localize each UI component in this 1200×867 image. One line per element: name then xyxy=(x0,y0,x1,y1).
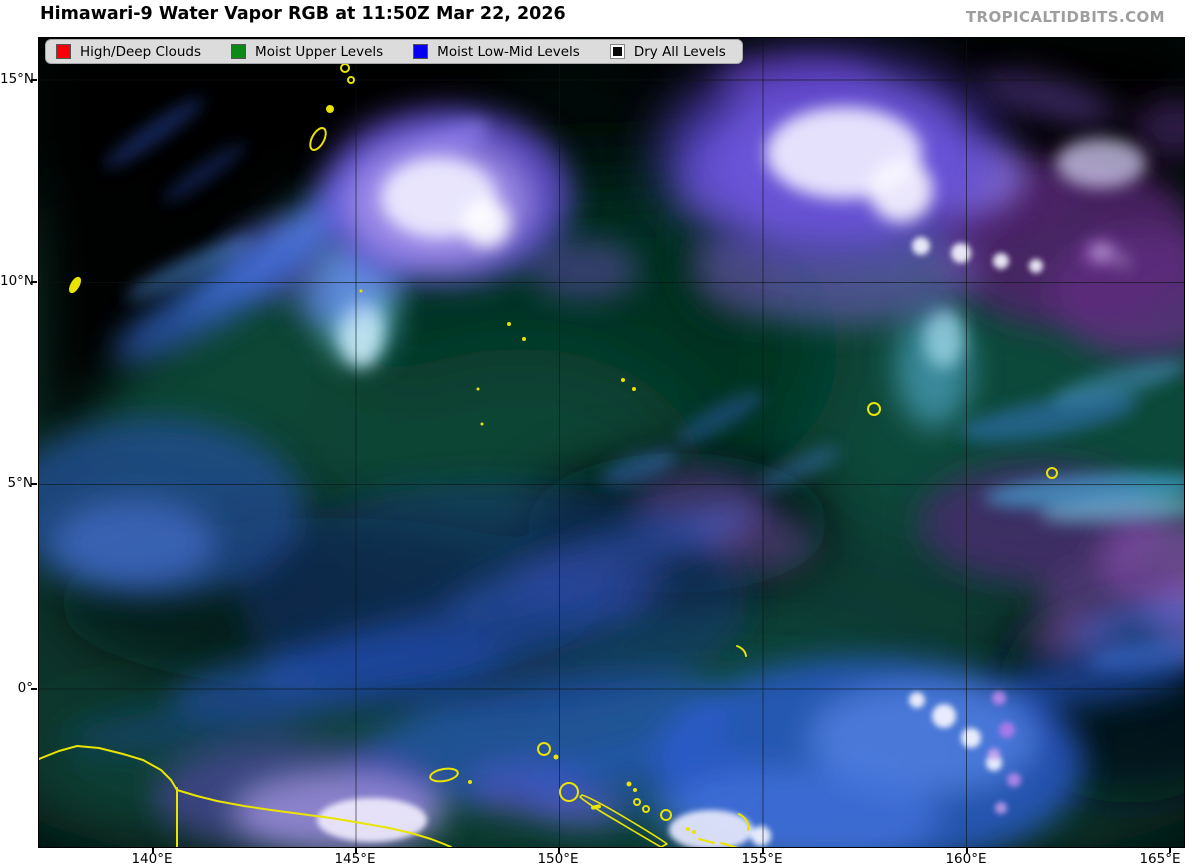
legend-swatch-dry-all-levels xyxy=(609,44,625,59)
lon-label: 145°E xyxy=(334,851,376,867)
tropicaltidbits-satellite-page: Himawari-9 Water Vapor RGB at 11:50Z Mar… xyxy=(0,0,1200,867)
water-vapor-imagery xyxy=(39,38,1184,847)
lat-label: 0° xyxy=(17,680,33,696)
lat-label: 15°N xyxy=(0,71,35,87)
legend-label: Moist Low-Mid Levels xyxy=(437,43,580,60)
legend-swatch-moist-upper-levels xyxy=(231,44,247,59)
lon-label: 155°E xyxy=(741,851,783,867)
lat-label: 10°N xyxy=(0,273,35,289)
legend-item-moist-low-mid-levels: Moist Low-Mid Levels xyxy=(413,44,580,60)
legend-label: Moist Upper Levels xyxy=(255,43,384,60)
legend-swatch-high-deep-clouds xyxy=(56,44,71,59)
legend-item-high-deep-clouds: High/Deep Clouds xyxy=(56,44,201,60)
legend: High/Deep Clouds Moist Upper Levels Mois… xyxy=(45,39,743,64)
watermark: TROPICALTIDBITS.COM xyxy=(965,8,1165,26)
legend-swatch-moist-low-mid-levels xyxy=(413,44,429,59)
lon-label: 140°E xyxy=(131,851,173,867)
satellite-map: High/Deep Clouds Moist Upper Levels Mois… xyxy=(38,37,1185,848)
lon-label: 165°E xyxy=(1139,851,1181,867)
legend-label: Dry All Levels xyxy=(633,43,726,60)
lon-label: 150°E xyxy=(537,851,579,867)
page-title: Himawari-9 Water Vapor RGB at 11:50Z Mar… xyxy=(40,4,566,24)
legend-label: High/Deep Clouds xyxy=(80,43,202,60)
legend-item-dry-all-levels: Dry All Levels xyxy=(609,43,726,60)
lon-label: 160°E xyxy=(945,851,987,867)
legend-item-moist-upper-levels: Moist Upper Levels xyxy=(231,44,383,60)
lat-label: 5°N xyxy=(7,475,33,491)
